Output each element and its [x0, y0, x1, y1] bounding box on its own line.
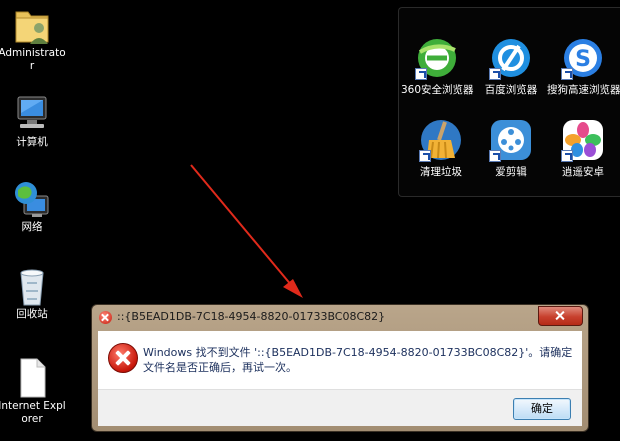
error-small-icon: [99, 311, 112, 324]
error-message: Windows 找不到文件 '::{B5EAD1DB-7C18-4954-882…: [143, 346, 573, 374]
error-dialog: ::{B5EAD1DB-7C18-4954-8820-01733BC08C82}…: [91, 304, 589, 432]
ok-button[interactable]: 确定: [513, 398, 571, 420]
dialog-title: ::{B5EAD1DB-7C18-4954-8820-01733BC08C82}: [117, 310, 386, 323]
dialog-body: Windows 找不到文件 '::{B5EAD1DB-7C18-4954-882…: [98, 331, 582, 389]
dialog-footer: 确定: [98, 389, 582, 426]
dialog-title-bar[interactable]: ::{B5EAD1DB-7C18-4954-8820-01733BC08C82}: [92, 305, 588, 329]
close-button[interactable]: [538, 306, 583, 326]
error-icon: [108, 343, 138, 373]
